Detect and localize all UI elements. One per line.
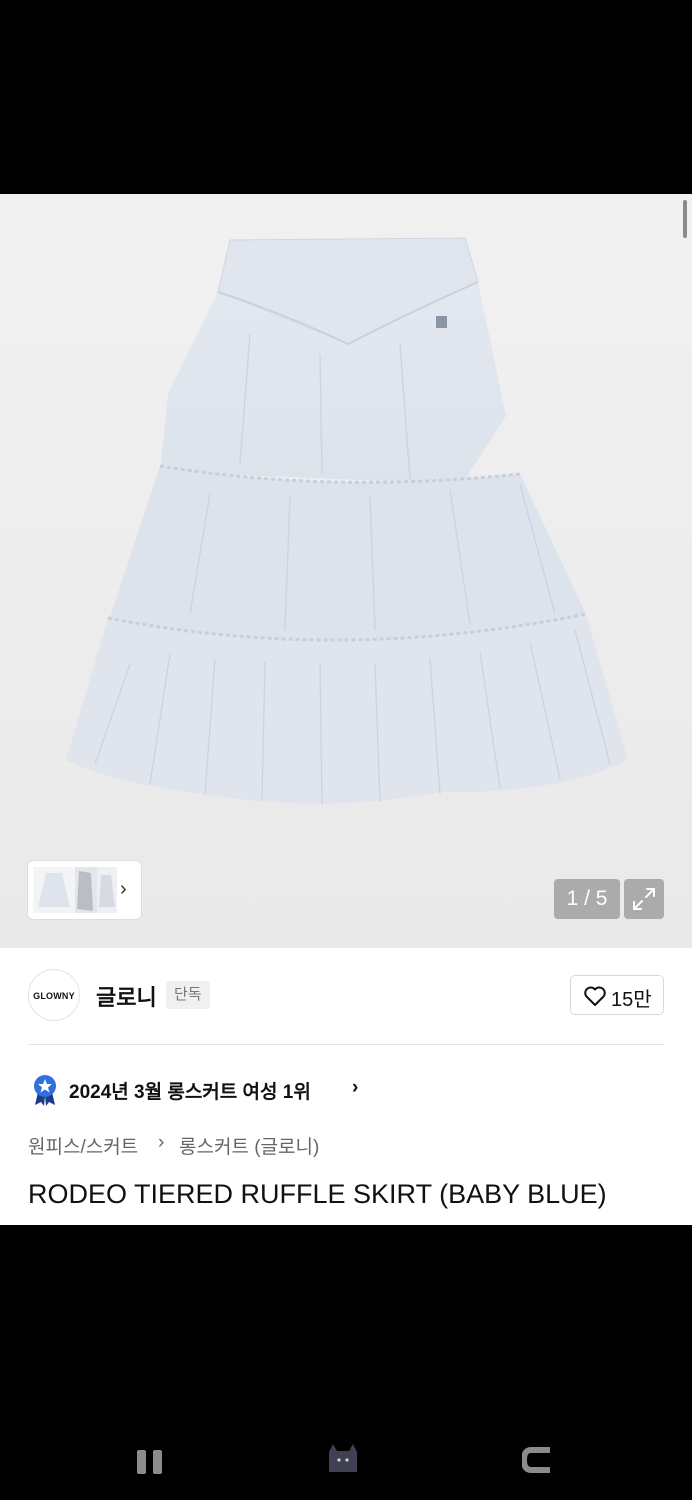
breadcrumb-separator: › (158, 1132, 165, 1153)
heart-icon (584, 986, 606, 1006)
system-navigation-bar (0, 1225, 692, 1500)
product-image-gallery[interactable]: › 1 / 5 (0, 194, 692, 948)
ribbon-badge-icon (34, 1075, 56, 1106)
chevron-right-icon[interactable]: › (120, 879, 127, 899)
divider (28, 1044, 664, 1045)
product-image (66, 237, 628, 805)
recent-apps-icon[interactable] (136, 1449, 164, 1475)
home-icon[interactable] (326, 1442, 360, 1474)
brand-logo[interactable]: GLOWNY (28, 969, 80, 1021)
chevron-right-icon[interactable]: › (352, 1077, 358, 1099)
like-button[interactable]: 15만 (570, 975, 664, 1015)
status-bar-area (0, 0, 692, 194)
image-page-counter: 1 / 5 (554, 879, 620, 919)
product-info-section: GLOWNY 글로니 단독 15만 2024년 3월 롱스커트 여성 1위 › … (0, 948, 692, 1225)
expand-button[interactable] (624, 879, 664, 919)
ranking-link[interactable]: 2024년 3월 롱스커트 여성 1위 (69, 1077, 311, 1104)
expand-icon (633, 888, 655, 910)
back-icon[interactable] (522, 1447, 552, 1473)
like-count: 15만 (611, 989, 652, 1011)
product-title: RODEO TIERED RUFFLE SKIRT (BABY BLUE) (28, 1179, 607, 1209)
thumbnail-images (33, 867, 117, 913)
brand-name[interactable]: 글로니 (96, 980, 157, 1012)
exclusive-badge: 단독 (166, 981, 210, 1009)
breadcrumb-subcategory[interactable]: 롱스커트 (글로니) (179, 1132, 319, 1159)
thumbnail-strip[interactable]: › (28, 861, 141, 919)
breadcrumb-category[interactable]: 원피스/스커트 (28, 1132, 138, 1159)
